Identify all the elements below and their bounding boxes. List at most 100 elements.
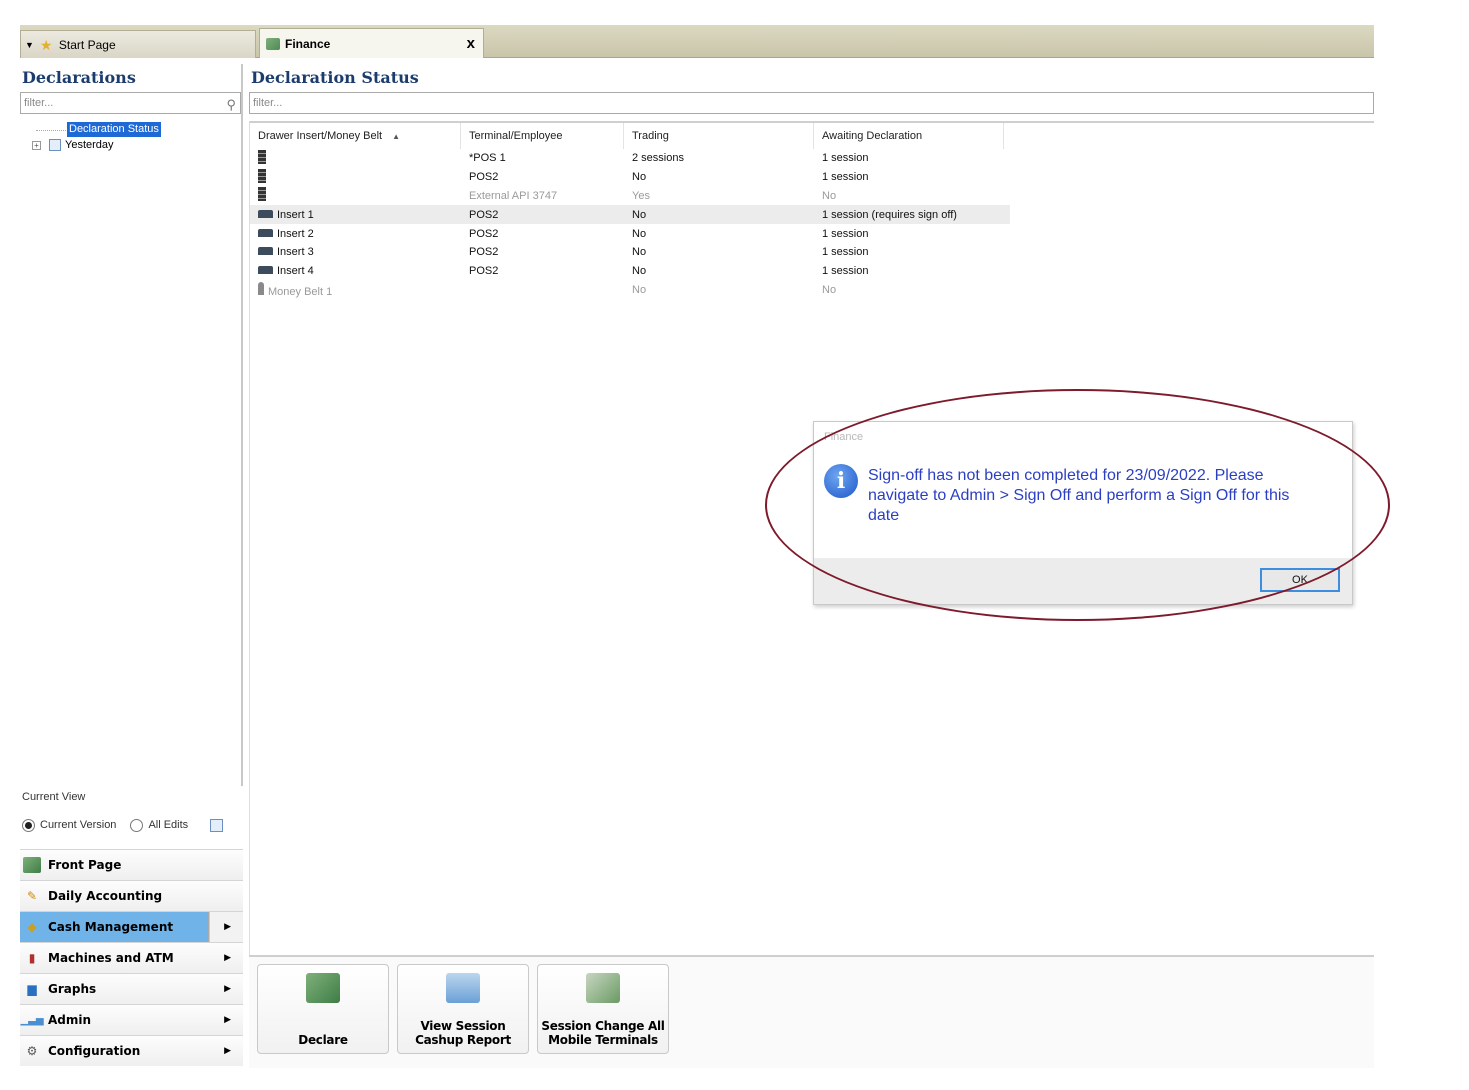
table-row[interactable]: POS2 No 1 session [250, 168, 1010, 187]
cashup-label: View Session Cashup Report [415, 1019, 511, 1047]
column-header-awaiting[interactable]: Awaiting Declaration [814, 123, 1004, 149]
submenu-arrow-icon[interactable]: ▶ [224, 1015, 231, 1025]
cell-trading: 2 sessions [632, 152, 684, 165]
page-title: Declaration Status [251, 68, 419, 87]
column-header-drawer[interactable]: Drawer Insert/Money Belt ▲ [250, 123, 461, 149]
submenu-arrow-icon[interactable]: ▶ [224, 922, 231, 932]
cell-drawer-text: Insert 1 [277, 208, 314, 221]
table-row[interactable]: *POS 1 2 sessions 1 session [250, 149, 1010, 168]
view-session-cashup-report-button[interactable]: View Session Cashup Report [397, 964, 529, 1054]
cell-trading: No [632, 283, 647, 296]
cell-awaiting: 1 session [822, 152, 869, 165]
tree-connector [36, 130, 66, 131]
cell-drawer: Insert 4 [250, 265, 461, 277]
drawer-icon [258, 209, 273, 218]
tab-start-page[interactable]: ▼ ★ Start Page [20, 30, 256, 58]
tree-item-declaration-status[interactable]: Declaration Status [67, 122, 161, 137]
money-icon [306, 973, 340, 1003]
cell-drawer: Money Belt 1 [250, 281, 461, 298]
action-bar: Declare View Session Cashup Report Sessi… [249, 955, 1374, 1068]
cell-terminal: POS2 [469, 227, 499, 240]
star-icon: ★ [39, 36, 53, 53]
radio-all-edits[interactable] [130, 818, 144, 832]
cell-trading: No [632, 171, 647, 184]
graph-icon: ▆ [27, 982, 37, 996]
session-change-all-mobile-terminals-button[interactable]: Session Change All Mobile Terminals [537, 964, 669, 1054]
radio-current-version-label[interactable]: Current Version [40, 819, 116, 831]
expand-icon[interactable]: + [32, 140, 41, 150]
person-icon [258, 281, 264, 295]
nav-label: Graphs [48, 982, 97, 996]
calendar-icon[interactable] [210, 818, 224, 832]
cell-drawer-text: Money Belt 1 [268, 285, 333, 298]
dialog-title: Finance [824, 431, 864, 443]
declare-button[interactable]: Declare [257, 964, 389, 1054]
grid-body: *POS 1 2 sessions 1 session POS2 No 1 session… [250, 149, 1374, 299]
filter-placeholder: filter... [253, 97, 283, 109]
table-row[interactable]: Insert 1 POS2 No 1 session (requires sign o… [250, 205, 1010, 225]
cell-drawer-text: Insert 4 [277, 265, 314, 278]
cell-trading: No [632, 227, 647, 240]
cell-trading: No [632, 208, 647, 221]
nav-configuration[interactable]: ⚙ Configuration ▶ [20, 1035, 243, 1066]
tab-finance[interactable]: Finance x [259, 28, 484, 58]
admin-icon: ▁▃▅ [20, 1014, 44, 1026]
cell-terminal: *POS 1 [469, 152, 506, 165]
cell-awaiting: 1 session [822, 227, 869, 240]
column-header-terminal[interactable]: Terminal/Employee [461, 123, 624, 149]
close-icon[interactable]: x [467, 35, 475, 52]
nav-label: Admin [48, 1013, 92, 1027]
declarations-title: Declarations [22, 68, 136, 87]
declare-label: Declare [298, 1033, 348, 1047]
accounting-icon: ✎ [26, 889, 38, 903]
column-header-trading[interactable]: Trading [624, 123, 814, 149]
terminal-icon [586, 973, 620, 1003]
table-row[interactable]: Insert 2 POS2 No 1 session [250, 224, 1010, 243]
table-row[interactable]: External API 3747 Yes No [250, 187, 1010, 206]
drawer-icon [258, 228, 273, 237]
tab-finance-label: Finance [285, 36, 331, 51]
drawer-icon [258, 247, 273, 256]
table-row[interactable]: Insert 4 POS2 No 1 session [250, 262, 1010, 281]
tab-dropdown-icon[interactable]: ▼ [25, 40, 34, 50]
current-view-panel: Current View Current Version All Edits [20, 788, 243, 844]
cell-drawer-text: Insert 2 [277, 227, 314, 240]
table-row[interactable]: Money Belt 1 No No [250, 281, 1010, 300]
cell-terminal: POS2 [469, 171, 499, 184]
nav-machines-and-atm[interactable]: ▮ Machines and ATM ▶ [20, 942, 243, 973]
radio-all-edits-label[interactable]: All Edits [148, 819, 188, 831]
gear-icon: ⚙ [26, 1044, 38, 1058]
machine-icon: ▮ [28, 951, 36, 965]
sign-off-message-dialog: Finance i Sign-off has not been complete… [813, 421, 1353, 605]
cell-drawer [250, 168, 461, 186]
nav-graphs[interactable]: ▆ Graphs ▶ [20, 973, 243, 1004]
nav-label: Configuration [48, 1044, 141, 1058]
nav-front-page[interactable]: Front Page [20, 849, 243, 880]
cell-drawer-text: Insert 3 [277, 246, 314, 259]
report-icon [446, 973, 480, 1003]
navigation-pane: Front Page ✎ Daily Accounting ◆ Cash Man… [20, 849, 243, 1066]
declarations-filter-input[interactable]: filter... ⚲ [20, 92, 241, 114]
submenu-arrow-icon[interactable]: ▶ [224, 953, 231, 963]
cell-trading: Yes [632, 189, 650, 202]
cell-drawer [250, 149, 461, 167]
nav-cash-management[interactable]: ◆ Cash Management ▶ [20, 911, 243, 942]
nav-daily-accounting[interactable]: ✎ Daily Accounting [20, 880, 243, 911]
current-view-label: Current View [22, 791, 86, 803]
cell-awaiting: 1 session (requires sign off) [822, 208, 957, 221]
tree-item-yesterday[interactable]: + Yesterday [32, 139, 114, 151]
radio-current-version[interactable] [22, 818, 35, 832]
ok-button[interactable]: OK [1260, 568, 1340, 592]
cell-terminal: POS2 [469, 246, 499, 259]
dialog-footer: OK [814, 558, 1352, 604]
tree-item-label: Yesterday [65, 139, 114, 151]
sort-ascending-icon: ▲ [392, 132, 401, 141]
nav-label: Front Page [48, 858, 122, 872]
status-filter-input[interactable]: filter... [249, 92, 1374, 114]
search-icon[interactable]: ⚲ [226, 95, 236, 115]
stack-icon [258, 149, 266, 164]
submenu-arrow-icon[interactable]: ▶ [224, 1046, 231, 1056]
table-row[interactable]: Insert 3 POS2 No 1 session [250, 243, 1010, 262]
nav-admin[interactable]: ▁▃▅ Admin ▶ [20, 1004, 243, 1035]
submenu-arrow-icon[interactable]: ▶ [224, 984, 231, 994]
